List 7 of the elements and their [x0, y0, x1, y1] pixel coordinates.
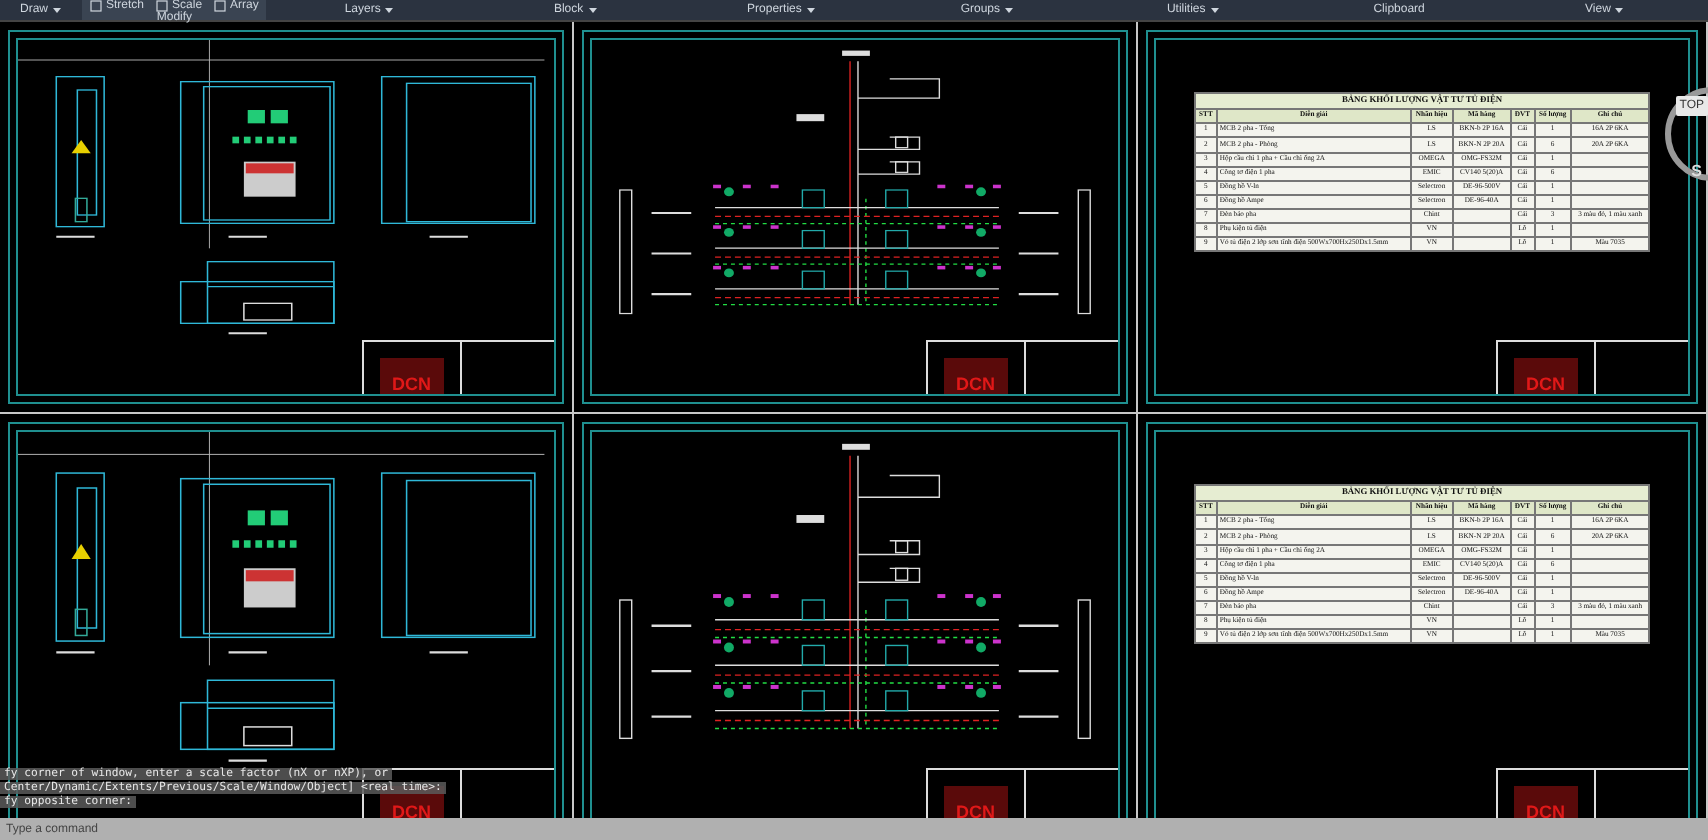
company-logo: DCN — [380, 358, 443, 394]
company-logo: DCN — [1514, 358, 1577, 394]
square-icon — [90, 0, 103, 12]
square-icon — [156, 0, 169, 12]
compass-label: S — [1691, 162, 1702, 180]
company-logo: DCN — [944, 358, 1007, 394]
square-icon — [214, 0, 227, 12]
